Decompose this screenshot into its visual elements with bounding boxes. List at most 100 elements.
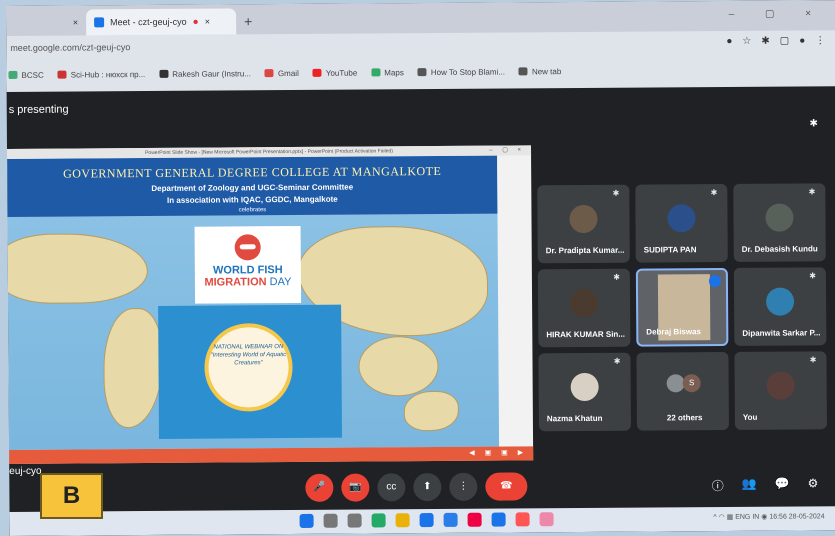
new-tab-button[interactable]: + [236, 8, 260, 34]
pin-icon[interactable]: ✱ [810, 355, 817, 364]
participant-tile[interactable]: ✱ Dipanwita Sarkar P... [733, 267, 827, 346]
participant-tile[interactable]: ✱ SUDIPTA PAN [635, 183, 728, 263]
webinar-poster: NATIONAL WEBINAR ON "Interesting World o… [158, 304, 343, 439]
people-icon[interactable]: 👥 [742, 477, 757, 494]
sidepanel-icon[interactable]: ▢ [780, 36, 790, 47]
bookmark-favicon-icon [417, 68, 427, 77]
chat-icon[interactable]: 💬 [775, 477, 790, 494]
bookmark-item[interactable]: Maps [371, 68, 404, 77]
bookmark-item[interactable]: How To Stop Blami... [417, 67, 505, 77]
bookmark-label: BCSC [21, 70, 44, 80]
slideshow-nav-controls[interactable]: ◀ ▣ ▣ ▶ [469, 448, 527, 456]
wfmd-migration: MIGRATION [204, 276, 267, 289]
avatar [667, 204, 696, 233]
address-bar[interactable]: meet.google.com/czt-geuj-cyo [6, 31, 835, 59]
bookmark-label: YouTube [325, 68, 358, 78]
profile-avatar-icon[interactable]: ● [799, 35, 805, 46]
taskbar-app-icon[interactable] [515, 512, 530, 527]
windows-taskbar: ^ ◠ ▦ ENG IN ◉ 16:56 28-05-2024 [9, 506, 835, 536]
activities-icon[interactable]: ⚙ [808, 476, 819, 493]
leave-call-button[interactable]: ☎ [485, 472, 528, 501]
figure-panel-label: B [40, 473, 103, 519]
pin-icon[interactable]: ✱ [613, 189, 620, 198]
taskbar-apps [299, 512, 554, 528]
taskbar-app-icon[interactable] [299, 513, 314, 528]
taskbar-app-icon[interactable] [443, 512, 458, 527]
slideshow-control-bar: ◀ ▣ ▣ ▶ [9, 446, 534, 464]
meeting-details-icon[interactable]: ⓘ [712, 477, 724, 494]
bookmark-item[interactable]: BCSC [8, 70, 44, 80]
participant-tile[interactable]: ✱ Dr. Debasish Kundu [733, 183, 826, 262]
window-controls[interactable]: – ▢ × [729, 8, 825, 20]
toolbar-icons: ● ☆ ✱ ▢ ● ⋮ [726, 35, 825, 47]
slideshow-window-controls: – ▢ × [489, 147, 526, 154]
pin-icon[interactable]: ✱ [809, 118, 817, 129]
tab-close-icon[interactable]: × [73, 17, 78, 27]
bookmark-favicon-icon [159, 69, 169, 78]
pin-icon[interactable]: ✱ [711, 188, 718, 197]
world-fish-migration-day-logo: WORLD FISH MIGRATION DAY [194, 225, 302, 304]
wfmd-title-line2: MIGRATION DAY [195, 276, 301, 289]
tab-close-icon[interactable]: × [205, 17, 210, 27]
department-line: Department of Zoology and UGC-Seminar Co… [151, 182, 354, 193]
taskbar-app-icon[interactable] [467, 512, 482, 527]
participant-tile-active-speaker[interactable]: Debraj Biswas [635, 267, 729, 347]
recording-dot-icon: ● [192, 16, 199, 28]
tab-label: Meet - czt-geuj-cyo [110, 16, 187, 28]
bookmark-item[interactable]: Rakesh Gaur (Instru... [159, 69, 251, 79]
bookmark-item[interactable]: New tab [518, 67, 561, 76]
participant-tile[interactable]: ✱ Nazma Khatun [538, 352, 631, 432]
taskbar-app-icon[interactable] [347, 513, 362, 528]
slide-header: GOVERNMENT GENERAL DEGREE COLLEGE AT MAN… [7, 155, 498, 217]
tab-bar: × Meet - czt-geuj-cyo ● × + – ▢ × [6, 0, 835, 36]
monitor-screen: × Meet - czt-geuj-cyo ● × + – ▢ × meet.g… [6, 0, 835, 536]
participant-name: Debraj Biswas [646, 327, 702, 337]
taskbar-app-icon[interactable] [491, 512, 506, 527]
bookmark-favicon-icon [264, 69, 274, 78]
url-text[interactable]: meet.google.com/czt-geuj-cyo [10, 42, 130, 53]
pin-icon[interactable]: ✱ [614, 357, 621, 366]
pin-icon[interactable]: ✱ [613, 273, 620, 282]
participant-name: HIRAK KUMAR Sin... [546, 329, 626, 340]
participant-grid: ✱ Dr. Pradipta Kumar... ✱ SUDIPTA PAN ✱ Dr.… [537, 183, 827, 432]
taskbar-app-icon[interactable] [371, 513, 386, 528]
map-north-america [7, 233, 149, 305]
browser-chrome: × Meet - czt-geuj-cyo ● × + – ▢ × meet.g… [6, 0, 835, 92]
meet-favicon-icon [94, 17, 105, 28]
record-icon[interactable]: ● [726, 36, 732, 47]
pin-icon[interactable]: ✱ [809, 187, 816, 196]
bookmark-label: Sci-Hub : нюхск пр... [70, 69, 146, 80]
taskbar-app-icon[interactable] [539, 512, 554, 527]
captions-button[interactable]: cc [377, 473, 406, 502]
bookmark-item[interactable]: Sci-Hub : нюхск пр... [57, 69, 146, 80]
map-southeast-asia [358, 335, 439, 397]
participant-tile-self[interactable]: ✱ You [734, 351, 827, 430]
mic-toggle-button[interactable]: 🎤 [305, 473, 334, 502]
bookmark-favicon-icon [312, 68, 322, 77]
bookmark-item[interactable]: Gmail [264, 68, 299, 78]
tab-meet[interactable]: Meet - czt-geuj-cyo ● × [86, 8, 237, 36]
presenting-banner: s presenting [8, 103, 69, 116]
system-tray: ^ ◠ ▦ ENG IN ◉ 16:56 28-05-2024 [713, 513, 825, 522]
bookmark-star-icon[interactable]: ☆ [742, 36, 751, 47]
camera-toggle-button[interactable]: 📷 [341, 473, 370, 502]
taskbar-app-icon[interactable] [419, 513, 434, 528]
call-controls: 🎤 📷 cc ⬆ ⋮ ☎ [305, 472, 528, 502]
taskbar-app-icon[interactable] [395, 513, 410, 528]
others-tile[interactable]: S 22 others [636, 351, 729, 431]
menu-icon[interactable]: ⋮ [815, 35, 825, 46]
participant-name: You [742, 412, 758, 422]
participant-name: Nazma Khatun [546, 413, 603, 424]
taskbar-app-icon[interactable] [323, 513, 338, 528]
more-options-button[interactable]: ⋮ [449, 472, 478, 501]
extensions-icon[interactable]: ✱ [761, 36, 769, 47]
pin-icon[interactable]: ✱ [809, 271, 816, 280]
bookmark-item[interactable]: YouTube [312, 68, 358, 78]
avatar [570, 372, 599, 402]
bookmarks-bar: BCSC Sci-Hub : нюхск пр... Rakesh Gaur (In… [6, 55, 835, 89]
participant-name: Dr. Pradipta Kumar... [545, 245, 625, 256]
tab-previous[interactable]: × [6, 9, 86, 36]
present-button[interactable]: ⬆ [413, 472, 442, 502]
participant-tile[interactable]: ✱ Dr. Pradipta Kumar... [537, 184, 630, 264]
participant-tile[interactable]: ✱ HIRAK KUMAR Sin... [537, 268, 631, 348]
